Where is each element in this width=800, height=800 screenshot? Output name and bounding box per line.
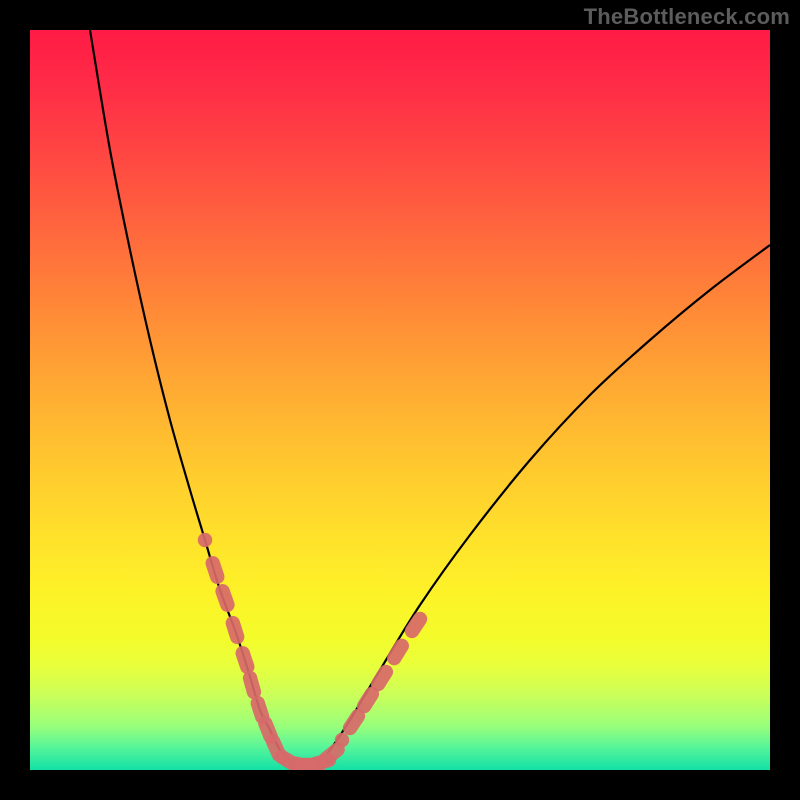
highlight-dots-left — [205, 540, 279, 755]
highlight-dots-bottom — [282, 750, 338, 767]
plot-area — [30, 30, 770, 770]
bottleneck-curve — [90, 30, 770, 766]
highlight-dots-right — [342, 619, 420, 740]
chart-svg — [30, 30, 770, 770]
attribution-label: TheBottleneck.com — [584, 4, 790, 30]
chart-frame: TheBottleneck.com — [0, 0, 800, 800]
